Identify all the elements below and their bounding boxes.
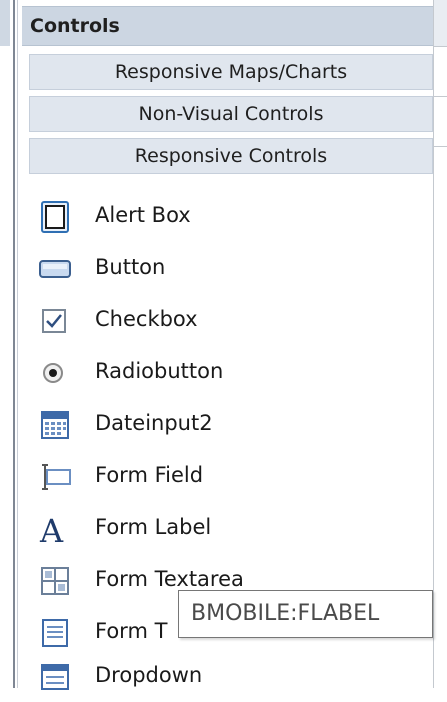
text-field-icon: [38, 460, 72, 494]
control-item-label: Alert Box: [95, 203, 191, 227]
control-item-label: Dateinput2: [95, 411, 213, 435]
alert-box-icon: [38, 200, 72, 234]
control-item-label: Button: [95, 255, 166, 279]
textarea-icon: [38, 564, 72, 598]
control-item-dateinput2[interactable]: Dateinput2: [22, 400, 433, 450]
left-splitter[interactable]: [0, 0, 22, 688]
right-pane-rule: [434, 146, 447, 147]
tooltip: BMOBILE:FLABEL: [178, 590, 433, 638]
button-icon: [38, 252, 72, 286]
control-item-label: Dropdown: [95, 663, 203, 687]
control-item-checkbox[interactable]: Checkbox: [22, 296, 433, 346]
right-pane-edge: [433, 0, 447, 688]
control-item-label: Form T: [95, 619, 168, 643]
svg-text:A: A: [39, 512, 64, 546]
control-item-form-field[interactable]: Form Field: [22, 452, 433, 502]
control-item-label: Radiobutton: [95, 359, 224, 383]
control-item-dropdown[interactable]: Dropdown: [22, 652, 433, 702]
tooltip-text: BMOBILE:FLABEL: [191, 601, 380, 626]
splitter-rule-light: [17, 0, 18, 688]
pane-separator: [433, 0, 434, 688]
category-responsive-maps-charts[interactable]: Responsive Maps/Charts: [29, 54, 433, 90]
calendar-icon: [38, 408, 72, 442]
right-pane-rule: [434, 46, 447, 47]
document-icon: [38, 616, 72, 650]
control-item-label: Form Textarea: [95, 567, 244, 591]
dropdown-icon: [38, 660, 72, 694]
control-item-form-label[interactable]: A Form Label: [22, 504, 433, 554]
checkbox-icon: [38, 304, 72, 338]
right-pane-rule: [434, 96, 447, 97]
controls-panel-title: Controls: [30, 15, 120, 37]
category-responsive-controls[interactable]: Responsive Controls: [29, 138, 433, 174]
category-non-visual-controls[interactable]: Non-Visual Controls: [29, 96, 433, 132]
controls-panel: Controls Responsive Maps/Charts Non-Visu…: [22, 0, 433, 690]
control-item-label: Form Label: [95, 515, 212, 539]
controls-panel-header[interactable]: Controls: [22, 6, 433, 46]
splitter-shade: [0, 0, 10, 46]
right-pane-header: [434, 0, 447, 46]
radiobutton-icon: [38, 356, 72, 390]
control-item-radiobutton[interactable]: Radiobutton: [22, 348, 433, 398]
control-item-button[interactable]: Button: [22, 244, 433, 294]
control-item-alert-box[interactable]: Alert Box: [22, 192, 433, 242]
splitter-rule: [13, 0, 15, 688]
control-item-label: Form Field: [95, 463, 204, 487]
control-item-label: Checkbox: [95, 307, 198, 331]
letter-a-icon: A: [38, 512, 72, 550]
